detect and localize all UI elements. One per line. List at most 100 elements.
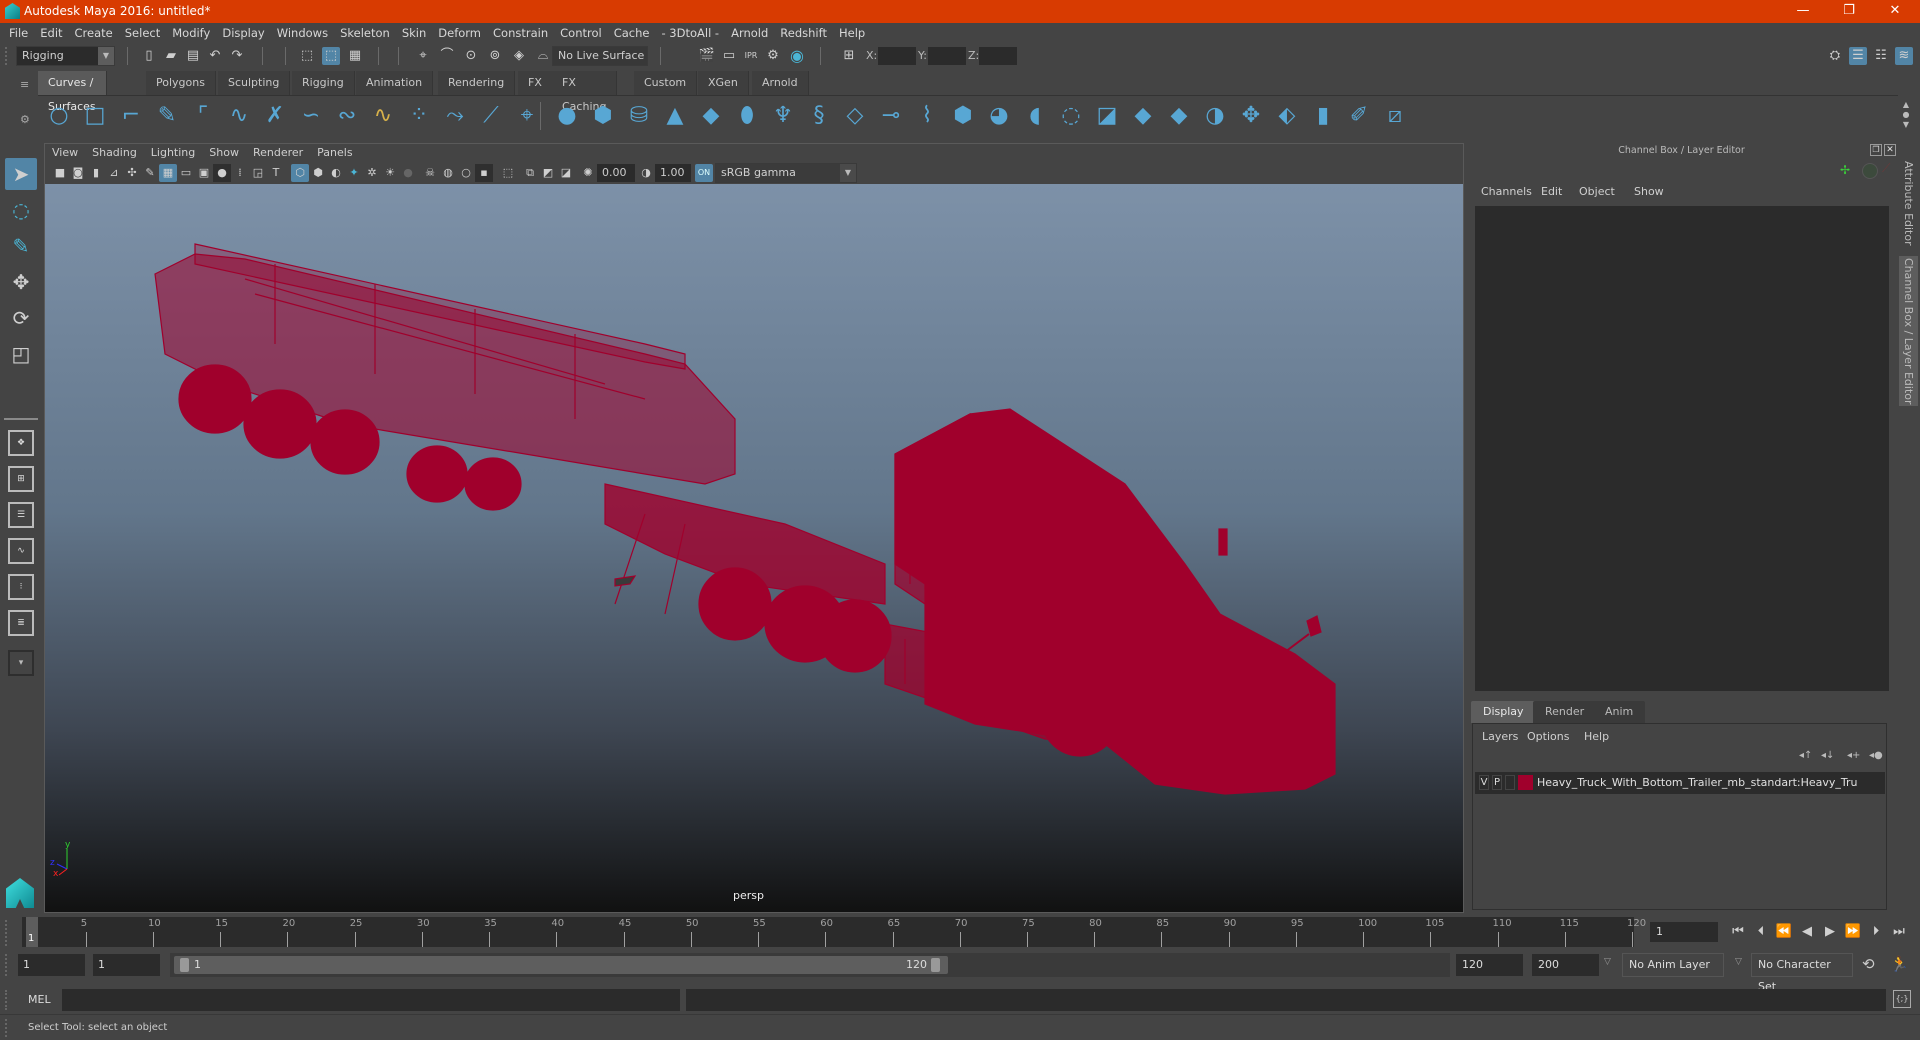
2d-pan-zoom-icon[interactable]: ✣ xyxy=(123,164,141,182)
attach-curves-icon[interactable]: ∽ xyxy=(298,103,324,129)
float-panel-icon[interactable]: ❐ xyxy=(1870,144,1882,156)
cut-curve-icon[interactable]: ⟋ xyxy=(478,103,504,129)
color-management-toggle-icon[interactable]: ON xyxy=(695,164,713,182)
curve-intersect-icon[interactable]: ✗ xyxy=(262,103,288,129)
shelf-scroll[interactable]: ▲ ● ▼ xyxy=(1900,100,1912,132)
attach-surfaces-icon[interactable]: ◆ xyxy=(1130,103,1156,129)
hypershade-icon[interactable]: ◉ xyxy=(788,47,806,65)
shelf-settings-icon[interactable]: ⚙ xyxy=(20,113,32,126)
menu-redshift[interactable]: Redshift xyxy=(774,23,833,43)
nurbs-circle-icon[interactable]: ○ xyxy=(46,103,72,129)
grid-toggle-icon[interactable]: ▦ xyxy=(159,164,177,182)
layer-row[interactable]: V P Heavy_Truck_With_Bottom_Trailer_mb_s… xyxy=(1475,772,1885,794)
cv-curve-icon[interactable]: ⌐ xyxy=(118,103,144,129)
step-forward-frame-icon[interactable]: ⏵ xyxy=(1866,923,1886,941)
step-back-key-icon[interactable]: ⏪ xyxy=(1774,923,1794,941)
animation-end-field[interactable]: 200 xyxy=(1532,954,1599,976)
shelf-tab-xgen[interactable]: XGen xyxy=(698,71,749,95)
gate-mask-icon[interactable]: ● xyxy=(213,164,231,182)
menu-create[interactable]: Create xyxy=(69,23,119,43)
extend-surface-icon[interactable]: ▮ xyxy=(1310,103,1336,129)
save-scene-icon[interactable]: ▤ xyxy=(184,47,202,65)
bezier-curve-icon[interactable]: ∿ xyxy=(226,103,252,129)
safe-title-icon[interactable]: T xyxy=(267,164,285,182)
step-forward-key-icon[interactable]: ⏩ xyxy=(1843,923,1863,941)
tool-settings-toggle-icon[interactable]: ☷ xyxy=(1872,47,1890,65)
isolate-select-icon[interactable]: ☠ xyxy=(421,164,439,182)
nurbs-square-icon[interactable]: □ xyxy=(82,103,108,129)
cb-menu-show[interactable]: Show xyxy=(1634,185,1664,198)
channel-box-toggle-icon[interactable]: ≋ xyxy=(1895,47,1913,65)
menu-deform[interactable]: Deform xyxy=(432,23,487,43)
persp-graph-outliner-layout-icon[interactable]: ≣ xyxy=(8,610,34,636)
menu-skeleton[interactable]: Skeleton xyxy=(334,23,396,43)
textured-icon[interactable]: ✦ xyxy=(345,164,363,182)
create-empty-layer-icon[interactable]: ◂+ xyxy=(1847,750,1860,761)
gamma-field[interactable]: 1.00 xyxy=(655,164,691,182)
move-tool-icon[interactable]: ✥ xyxy=(5,266,37,298)
vp-menu-lighting[interactable]: Lighting xyxy=(144,144,202,162)
close-panel-icon[interactable]: ✕ xyxy=(1884,144,1896,156)
layer-tab-anim[interactable]: Anim xyxy=(1593,701,1646,723)
wireframe-on-shaded-icon[interactable]: ◐ xyxy=(327,164,345,182)
snap-to-curve-icon[interactable]: ⌒ xyxy=(438,47,456,65)
range-start-handle[interactable] xyxy=(180,958,189,972)
offset-curve-icon[interactable]: ⌖ xyxy=(514,103,540,129)
layer-tab-render[interactable]: Render xyxy=(1533,701,1597,723)
pencil-curve-icon[interactable]: ✎ xyxy=(154,103,180,129)
character-set-chevron-icon[interactable]: ▽ xyxy=(1735,957,1742,967)
wireframe-icon[interactable]: ⬡ xyxy=(291,164,309,182)
range-slider[interactable]: 1 120 xyxy=(174,956,948,974)
manipulator-axis-icon[interactable]: ✢ xyxy=(1840,163,1856,179)
nurbs-plane-icon[interactable]: ◆ xyxy=(698,103,724,129)
render-settings-icon[interactable]: ⚙ xyxy=(764,47,782,65)
nurbs-cube-icon[interactable]: ⬢ xyxy=(590,103,616,129)
attribute-editor-tab[interactable]: Attribute Editor xyxy=(1899,153,1918,253)
layer-visibility-toggle[interactable]: V xyxy=(1479,775,1489,790)
menu-3dtoall[interactable]: - 3DtoAll - xyxy=(655,23,725,43)
insert-isoparms-icon[interactable]: ⬖ xyxy=(1274,103,1300,129)
playback-start-field[interactable]: 1 xyxy=(93,954,160,976)
script-editor-icon[interactable]: {;} xyxy=(1893,990,1911,1008)
character-set-dropdown[interactable]: No Character Set xyxy=(1751,953,1853,993)
channel-box-tab[interactable]: Channel Box / Layer Editor xyxy=(1899,256,1918,406)
persp-outliner-layout-icon[interactable]: ☰ xyxy=(8,502,34,528)
play-forwards-icon[interactable]: ▶ xyxy=(1820,923,1840,941)
sculpt-geometry-icon[interactable]: ✐ xyxy=(1346,103,1372,129)
script-language-label[interactable]: MEL xyxy=(28,993,51,1006)
four-view-layout-icon[interactable]: ⊞ xyxy=(8,466,34,492)
go-to-end-icon[interactable]: ⏭ xyxy=(1889,923,1909,941)
shelf-tab-rendering[interactable]: Rendering xyxy=(438,71,516,95)
two-sided-lighting-icon[interactable]: ◩ xyxy=(539,164,557,182)
time-slider-grip[interactable] xyxy=(5,920,9,946)
rebuild-surface-icon[interactable]: ⧄ xyxy=(1382,103,1408,129)
play-backwards-icon[interactable]: ◀ xyxy=(1797,923,1817,941)
menu-cache[interactable]: Cache xyxy=(608,23,656,43)
menuset-dropdown[interactable]: Rigging ▼ xyxy=(16,46,115,66)
rotate-tool-icon[interactable]: ⟳ xyxy=(5,302,37,334)
menu-arnold[interactable]: Arnold xyxy=(725,23,774,43)
move-layer-up-icon[interactable]: ◂↑ xyxy=(1799,750,1812,761)
vp-menu-view[interactable]: View xyxy=(45,144,85,162)
playback-end-field[interactable]: 120 xyxy=(1456,954,1523,976)
vp-menu-show[interactable]: Show xyxy=(202,144,246,162)
speed-icon[interactable] xyxy=(1862,163,1878,179)
current-frame-field[interactable]: 1 xyxy=(1650,922,1718,942)
screen-space-icon[interactable]: ◪ xyxy=(557,164,575,182)
animation-preferences-icon[interactable]: 🏃 xyxy=(1890,955,1912,975)
menu-skin[interactable]: Skin xyxy=(396,23,432,43)
range-slider-grip[interactable] xyxy=(5,954,9,976)
shadows-icon[interactable]: ☀ xyxy=(381,164,399,182)
go-to-start-icon[interactable]: ⏮ xyxy=(1728,923,1748,941)
shelf-tab-rigging[interactable]: Rigging xyxy=(292,71,355,95)
render-view-icon[interactable]: 🎬 xyxy=(698,47,716,65)
resolution-gate-icon[interactable]: ▣ xyxy=(195,164,213,182)
menu-file[interactable]: File xyxy=(3,23,34,43)
extrude-icon[interactable]: ⊸ xyxy=(878,103,904,129)
layout-more-button[interactable]: ▾ xyxy=(8,650,34,676)
film-gate-icon[interactable]: ▭ xyxy=(177,164,195,182)
exposure-field[interactable]: 0.00 xyxy=(597,164,635,182)
x-field[interactable] xyxy=(878,47,916,65)
hyper-icon[interactable]: ⟋ xyxy=(1882,161,1896,179)
xray-icon[interactable]: ◍ xyxy=(439,164,457,182)
